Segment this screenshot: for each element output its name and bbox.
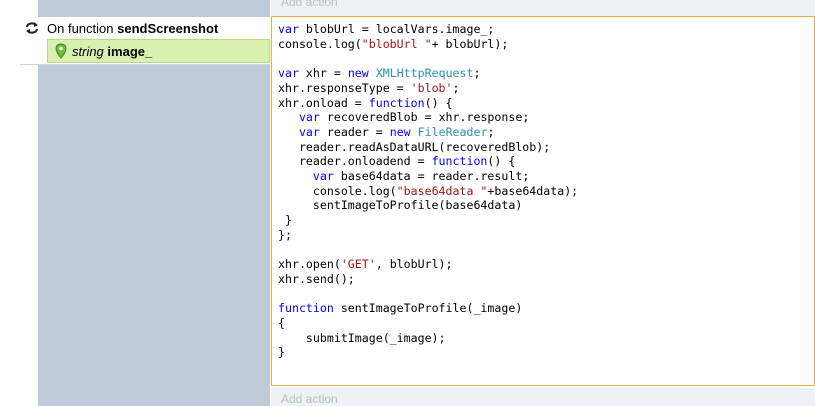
code-token: xhr.onload = <box>278 95 369 110</box>
code-line[interactable] <box>278 243 578 258</box>
code-token: , blobUrl); <box>375 257 453 272</box>
code-token: function <box>278 301 334 316</box>
code-line[interactable]: xhr.responseType = 'blob'; <box>278 81 578 96</box>
code-token: function <box>368 95 425 110</box>
code-token: sentImageToProfile(base64data) <box>278 198 523 213</box>
parameter-row[interactable]: string image_ <box>47 39 270 63</box>
code-line[interactable]: console.log("base64data "+base64data); <box>278 184 578 199</box>
parameter-name: image_ <box>107 44 153 59</box>
code-token: () { <box>424 95 453 110</box>
code-token: blobUrl = localVars.image_; <box>298 22 495 36</box>
code-token: xhr.send(); <box>278 271 355 286</box>
code-token: ; <box>452 80 460 95</box>
code-token: 'blob' <box>410 80 453 95</box>
parameter-type: string <box>72 44 104 59</box>
code-token: console.log( <box>278 183 397 198</box>
code-token: xhr.open( <box>278 257 341 272</box>
code-token: var <box>278 66 299 81</box>
code-token: reader = <box>319 124 390 139</box>
code-line[interactable]: { <box>278 316 578 331</box>
code-line[interactable]: console.log("blobUrl "+ blobUrl); <box>278 37 578 52</box>
code-line[interactable]: }; <box>278 228 578 243</box>
code-token: console.log( <box>278 36 362 51</box>
event-condition-row[interactable]: On function sendScreenshot <box>20 17 270 39</box>
code-token: +base64data); <box>487 183 579 198</box>
code-token: submitImage(_image); <box>278 330 446 345</box>
code-line[interactable]: function sentImageToProfile(_image) <box>278 301 578 316</box>
code-token: "base64data " <box>396 183 488 198</box>
event-prefix: On function <box>47 21 114 36</box>
code-line[interactable]: xhr.onload = function() { <box>278 96 578 111</box>
code-line[interactable]: var reader = new FileReader; <box>278 125 578 140</box>
code-token: function <box>431 154 488 169</box>
code-token: }; <box>278 227 292 242</box>
code-token: XMLHttpRequest <box>375 66 474 81</box>
loop-arrows-icon <box>26 22 38 34</box>
code-token: sentImageToProfile(_image) <box>333 301 523 316</box>
code-token: 'GET' <box>340 257 376 272</box>
function-name: sendScreenshot <box>117 21 219 36</box>
script-code[interactable]: var blobUrl = localVars.image_; console.l… <box>278 22 578 360</box>
code-token: xhr.responseType = <box>278 80 411 95</box>
code-line[interactable]: var blobUrl = localVars.image_; <box>278 22 578 37</box>
parameter-label: string image_ <box>72 44 152 59</box>
code-token: reader.readAsDataURL(recoveredBlob); <box>278 139 551 154</box>
code-line[interactable]: submitImage(_image); <box>278 331 578 346</box>
code-token: xhr = <box>298 66 348 81</box>
code-token: reader.onloadend = <box>278 154 432 169</box>
code-token: } <box>278 345 285 360</box>
code-token: base64data = reader.result; <box>333 169 530 184</box>
add-action-row-top[interactable] <box>271 0 815 16</box>
code-line[interactable]: xhr.send(); <box>278 272 578 287</box>
script-action-editor[interactable]: var blobUrl = localVars.image_; console.l… <box>271 16 815 386</box>
add-action-row-bottom[interactable] <box>271 388 815 406</box>
code-token: ; <box>473 66 481 81</box>
code-line[interactable]: sentImageToProfile(base64data) <box>278 198 578 213</box>
code-token: FileReader <box>417 124 488 139</box>
code-token: "blobUrl " <box>361 36 432 51</box>
code-line[interactable]: } <box>278 345 578 360</box>
code-line[interactable]: reader.readAsDataURL(recoveredBlob); <box>278 140 578 155</box>
event-label: On function sendScreenshot <box>47 21 218 36</box>
code-token: var <box>298 124 320 139</box>
add-action-link-bottom[interactable]: Add action <box>281 392 338 406</box>
code-token: var <box>278 22 299 36</box>
code-line[interactable]: var recoveredBlob = xhr.response; <box>278 110 578 125</box>
code-line[interactable]: var xhr = new XMLHttpRequest; <box>278 66 578 81</box>
code-token: new <box>389 124 411 139</box>
code-token: () { <box>487 154 516 169</box>
code-line[interactable]: } <box>278 213 578 228</box>
code-token: ; <box>487 124 495 139</box>
code-line[interactable]: var base64data = reader.result; <box>278 169 578 184</box>
code-line[interactable]: xhr.open('GET', blobUrl); <box>278 257 578 272</box>
code-line[interactable] <box>278 287 578 302</box>
code-token: } <box>278 213 292 228</box>
code-line[interactable] <box>278 51 578 66</box>
map-pin-icon <box>55 43 67 59</box>
code-token: { <box>278 316 285 331</box>
code-line[interactable]: reader.onloadend = function() { <box>278 154 578 169</box>
code-token: + blobUrl); <box>431 36 509 51</box>
code-token: var <box>312 169 334 184</box>
code-token: new <box>347 66 369 81</box>
code-token: var <box>298 110 320 125</box>
code-token: recoveredBlob = xhr.response; <box>319 110 530 125</box>
add-action-link-top[interactable]: Add action <box>281 0 338 9</box>
